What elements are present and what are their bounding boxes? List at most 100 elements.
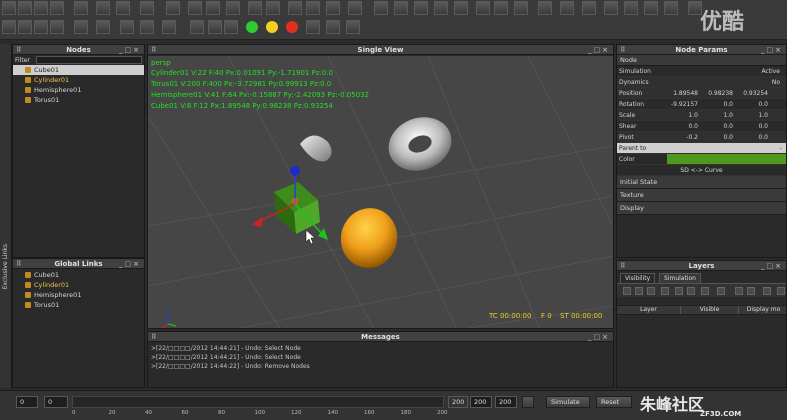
toolbar-button-icon[interactable] xyxy=(34,1,48,15)
grip-icon[interactable]: ⠿ xyxy=(151,332,156,342)
reset-button[interactable]: Reset xyxy=(596,396,632,408)
global-link-item[interactable]: Hemisphere01 xyxy=(13,290,144,300)
param-value[interactable]: -0.2 xyxy=(667,134,702,141)
max-frame-field[interactable]: 200 xyxy=(495,396,517,408)
simulation-row[interactable]: Simulation Active xyxy=(617,66,786,77)
param-value[interactable]: -9.92157 xyxy=(667,101,702,108)
layer-tool-icon[interactable] xyxy=(747,287,755,295)
toolbar-button-icon[interactable] xyxy=(116,1,130,15)
toolbar-button-icon[interactable] xyxy=(166,1,180,15)
col-display-mode[interactable]: Display mo xyxy=(739,306,786,314)
toolbar-button-icon[interactable] xyxy=(560,1,574,15)
toolbar-button-icon[interactable] xyxy=(248,1,262,15)
toolbar-button-icon[interactable] xyxy=(120,20,134,34)
grip-icon[interactable]: ⠿ xyxy=(620,261,625,271)
param-value[interactable]: 1.89548 xyxy=(667,90,702,97)
toolbar-button-icon[interactable] xyxy=(140,1,154,15)
global-link-item[interactable]: Cylinder01 xyxy=(13,280,144,290)
param-value[interactable]: 0.93254 xyxy=(737,90,772,97)
toolbar-button-icon[interactable] xyxy=(2,1,16,15)
window-buttons[interactable]: _□× xyxy=(588,332,610,342)
param-value[interactable]: 0.0 xyxy=(737,134,772,141)
toolbar-button-icon[interactable] xyxy=(346,20,360,34)
color-swatch[interactable] xyxy=(667,154,786,164)
toolbar-button-icon[interactable] xyxy=(96,20,110,34)
window-buttons[interactable]: _□× xyxy=(119,259,141,269)
param-value[interactable]: 0.0 xyxy=(702,123,737,130)
toolbar-button-icon[interactable] xyxy=(50,20,64,34)
toolbar-button-icon[interactable] xyxy=(208,20,222,34)
node-item[interactable]: Cylinder01 xyxy=(13,75,144,85)
param-value[interactable]: 0.0 xyxy=(702,101,737,108)
param-value[interactable]: 0.0 xyxy=(737,101,772,108)
3d-viewport[interactable]: persp Cylinder01 V:22 F:40 Px:0.01091 Py… xyxy=(148,56,613,328)
toolbar-button-icon[interactable] xyxy=(2,20,16,34)
timeline-track[interactable] xyxy=(72,396,444,408)
toolbar-button-icon[interactable] xyxy=(306,20,320,34)
param-value[interactable]: 0.98238 xyxy=(702,90,737,97)
toolbar-button-icon[interactable] xyxy=(306,1,320,15)
toolbar-button-icon[interactable] xyxy=(190,20,204,34)
col-visible[interactable]: Visible xyxy=(681,306,739,314)
toolbar-button-icon[interactable] xyxy=(74,20,88,34)
toolbar-button-icon[interactable] xyxy=(206,1,220,15)
grip-icon[interactable]: ⠿ xyxy=(620,45,625,55)
window-buttons[interactable]: _□× xyxy=(761,45,783,55)
col-layer[interactable]: Layer xyxy=(617,306,681,314)
torus-object[interactable] xyxy=(381,109,459,180)
param-value[interactable]: 0.0 xyxy=(737,123,772,130)
param-value[interactable]: 1.0 xyxy=(702,112,737,119)
param-row-pivot[interactable]: Pivot -0.2 0.0 0.0 xyxy=(617,132,786,143)
layer-tool-icon[interactable] xyxy=(635,287,643,295)
toolbar-button-icon[interactable] xyxy=(374,1,388,15)
tab-simulation[interactable]: Simulation xyxy=(659,273,701,283)
toolbar-button-icon[interactable] xyxy=(96,1,110,15)
window-buttons[interactable]: _□× xyxy=(588,45,610,55)
toolbar-button-icon[interactable] xyxy=(226,1,240,15)
toolbar-button-icon[interactable] xyxy=(188,1,202,15)
toolbar-button-icon[interactable] xyxy=(476,1,490,15)
node-section-header[interactable]: Node xyxy=(617,55,786,66)
window-buttons[interactable]: _□× xyxy=(761,261,783,271)
end-frame-field[interactable]: 200 xyxy=(470,396,492,408)
layer-tool-icon[interactable] xyxy=(777,287,785,295)
initial-state-section[interactable]: Initial State xyxy=(617,176,786,189)
global-link-item[interactable]: Torus01 xyxy=(13,300,144,310)
param-value[interactable]: 1.0 xyxy=(737,112,772,119)
toolbar-button-icon[interactable] xyxy=(664,1,678,15)
layer-tool-icon[interactable] xyxy=(661,287,669,295)
param-row-rotation[interactable]: Rotation -9.92157 0.0 0.0 xyxy=(617,99,786,110)
toolbar-button-icon[interactable] xyxy=(140,20,154,34)
grip-icon[interactable]: ⠿ xyxy=(16,259,21,269)
window-buttons[interactable]: _□× xyxy=(119,45,141,55)
toolbar-button-icon[interactable] xyxy=(326,20,340,34)
hemisphere-object[interactable] xyxy=(334,202,404,274)
texture-section[interactable]: Texture xyxy=(617,189,786,202)
color-row[interactable]: Color xyxy=(617,154,786,165)
cube-object[interactable] xyxy=(274,182,320,234)
toolbar-button-icon[interactable] xyxy=(50,1,64,15)
toolbar-button-icon[interactable] xyxy=(644,1,658,15)
layer-tool-icon[interactable] xyxy=(763,287,771,295)
node-item[interactable]: Torus01 xyxy=(13,95,144,105)
node-item[interactable]: Hemisphere01 xyxy=(13,85,144,95)
global-link-item[interactable]: Cube01 xyxy=(13,270,144,280)
key-icon[interactable] xyxy=(522,396,534,408)
cylinder-object[interactable] xyxy=(300,135,332,162)
filter-input[interactable] xyxy=(35,56,142,64)
toolbar-button-icon[interactable] xyxy=(434,1,448,15)
tab-visibility[interactable]: Visibility xyxy=(620,273,656,283)
toolbar-button-icon[interactable] xyxy=(326,1,340,15)
layer-tool-icon[interactable] xyxy=(675,287,683,295)
toolbar-button-icon[interactable] xyxy=(494,1,508,15)
layer-tool-icon[interactable] xyxy=(647,287,655,295)
simulate-button[interactable]: Simulate xyxy=(546,396,590,408)
layer-tool-icon[interactable] xyxy=(623,287,631,295)
toolbar-button-icon[interactable] xyxy=(604,1,618,15)
exclusive-links-strip[interactable]: Exclusive Links xyxy=(0,44,12,388)
layer-tool-icon[interactable] xyxy=(735,287,743,295)
grip-icon[interactable]: ⠿ xyxy=(151,45,156,55)
param-row-scale[interactable]: Scale 1.0 1.0 1.0 xyxy=(617,110,786,121)
record-circle-icon[interactable] xyxy=(246,21,258,33)
toolbar-button-icon[interactable] xyxy=(266,1,280,15)
